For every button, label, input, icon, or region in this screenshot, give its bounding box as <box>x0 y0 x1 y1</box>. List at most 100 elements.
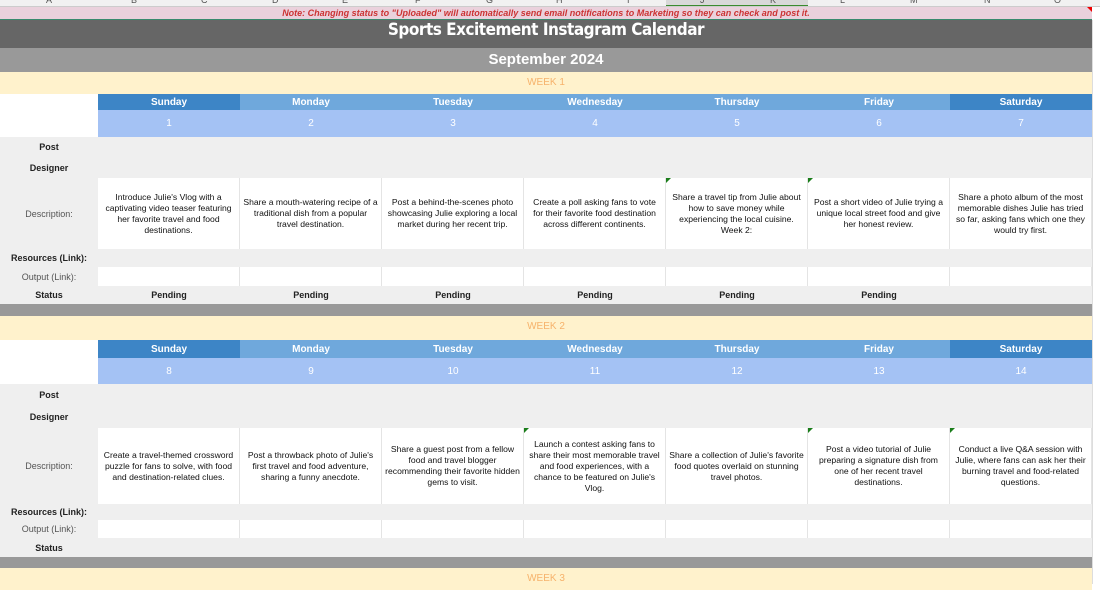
output-cell[interactable] <box>382 267 524 286</box>
description-cell[interactable]: Share a photo album of the most memorabl… <box>950 178 1092 249</box>
col-E[interactable]: E <box>342 0 348 5</box>
col-G[interactable]: G <box>486 0 493 5</box>
status-cell[interactable] <box>666 538 808 557</box>
designer-cell[interactable] <box>666 406 808 428</box>
output-cell[interactable] <box>240 520 382 538</box>
status-cell[interactable] <box>98 538 240 557</box>
status-cell[interactable]: Pending <box>524 286 666 304</box>
date-cell[interactable]: 7 <box>950 110 1092 137</box>
status-cell[interactable] <box>240 538 382 557</box>
date-cell[interactable]: 12 <box>666 358 808 384</box>
description-cell[interactable]: Share a travel tip from Julie about how … <box>666 178 808 249</box>
post-cell[interactable] <box>382 384 524 406</box>
col-H[interactable]: H <box>556 0 563 5</box>
col-C[interactable]: C <box>201 0 208 5</box>
resources-cell[interactable] <box>524 249 666 267</box>
post-cell[interactable] <box>950 137 1092 157</box>
status-cell[interactable] <box>950 538 1092 557</box>
output-cell[interactable] <box>808 520 950 538</box>
resources-cell[interactable] <box>950 249 1092 267</box>
resources-cell[interactable] <box>240 504 382 520</box>
output-cell[interactable] <box>666 267 808 286</box>
post-cell[interactable] <box>950 384 1092 406</box>
status-cell[interactable] <box>950 286 1092 304</box>
description-cell[interactable]: Create a poll asking fans to vote for th… <box>524 178 666 249</box>
output-cell[interactable] <box>524 267 666 286</box>
col-B[interactable]: B <box>131 0 137 5</box>
resources-cell[interactable] <box>240 249 382 267</box>
col-N[interactable]: N <box>984 0 991 5</box>
day-header[interactable]: Tuesday <box>382 340 524 358</box>
day-header[interactable]: Friday <box>808 340 950 358</box>
date-cell[interactable]: 13 <box>808 358 950 384</box>
post-cell[interactable] <box>98 137 240 157</box>
month-title[interactable]: September 2024 <box>0 48 1092 72</box>
col-F[interactable]: F <box>415 0 421 5</box>
status-cell[interactable]: Pending <box>808 286 950 304</box>
resources-cell[interactable] <box>382 504 524 520</box>
post-cell[interactable] <box>524 137 666 157</box>
col-L[interactable]: L <box>840 0 845 5</box>
designer-cell[interactable] <box>524 157 666 178</box>
status-note[interactable]: Note: Changing status to "Uploaded" will… <box>0 7 1092 20</box>
designer-cell[interactable] <box>382 406 524 428</box>
status-cell[interactable]: Pending <box>98 286 240 304</box>
post-cell[interactable] <box>240 384 382 406</box>
output-cell[interactable] <box>240 267 382 286</box>
date-cell[interactable]: 9 <box>240 358 382 384</box>
designer-cell[interactable] <box>950 157 1092 178</box>
day-header[interactable]: Thursday <box>666 94 808 110</box>
col-M[interactable]: M <box>910 0 918 5</box>
output-cell[interactable] <box>98 520 240 538</box>
day-header[interactable]: Friday <box>808 94 950 110</box>
status-cell[interactable] <box>524 538 666 557</box>
day-header[interactable]: Saturday <box>950 340 1092 358</box>
description-cell[interactable]: Post a video tutorial of Julie preparing… <box>808 428 950 504</box>
resources-cell[interactable] <box>382 249 524 267</box>
date-cell[interactable]: 11 <box>524 358 666 384</box>
col-I[interactable]: I <box>627 0 630 5</box>
post-cell[interactable] <box>666 137 808 157</box>
output-cell[interactable] <box>666 520 808 538</box>
resources-cell[interactable] <box>666 504 808 520</box>
post-cell[interactable] <box>240 137 382 157</box>
resources-cell[interactable] <box>98 504 240 520</box>
resources-cell[interactable] <box>950 504 1092 520</box>
day-header[interactable]: Tuesday <box>382 94 524 110</box>
designer-cell[interactable] <box>240 157 382 178</box>
designer-cell[interactable] <box>666 157 808 178</box>
date-cell[interactable]: 10 <box>382 358 524 384</box>
resources-cell[interactable] <box>808 504 950 520</box>
day-header[interactable]: Sunday <box>98 94 240 110</box>
date-cell[interactable]: 6 <box>808 110 950 137</box>
description-cell[interactable]: Post a short video of Julie trying a uni… <box>808 178 950 249</box>
col-O[interactable]: O <box>1054 0 1061 5</box>
status-cell[interactable]: Pending <box>382 286 524 304</box>
date-cell[interactable]: 2 <box>240 110 382 137</box>
post-cell[interactable] <box>808 137 950 157</box>
status-cell[interactable]: Pending <box>240 286 382 304</box>
resources-cell[interactable] <box>666 249 808 267</box>
date-cell[interactable]: 8 <box>98 358 240 384</box>
designer-cell[interactable] <box>808 157 950 178</box>
output-cell[interactable] <box>808 267 950 286</box>
resources-cell[interactable] <box>524 504 666 520</box>
day-header[interactable]: Thursday <box>666 340 808 358</box>
designer-cell[interactable] <box>98 157 240 178</box>
day-header[interactable]: Sunday <box>98 340 240 358</box>
description-cell[interactable]: Conduct a live Q&A session with Julie, w… <box>950 428 1092 504</box>
day-header[interactable]: Wednesday <box>524 94 666 110</box>
output-cell[interactable] <box>950 267 1092 286</box>
status-cell[interactable] <box>808 538 950 557</box>
post-cell[interactable] <box>382 137 524 157</box>
description-cell[interactable]: Share a mouth-watering recipe of a tradi… <box>240 178 382 249</box>
resources-cell[interactable] <box>808 249 950 267</box>
resources-cell[interactable] <box>98 249 240 267</box>
output-cell[interactable] <box>98 267 240 286</box>
col-D[interactable]: D <box>272 0 279 5</box>
designer-cell[interactable] <box>98 406 240 428</box>
status-cell[interactable] <box>382 538 524 557</box>
post-cell[interactable] <box>666 384 808 406</box>
calendar-title[interactable]: Sports Excitement Instagram Calendar <box>0 20 1092 48</box>
designer-cell[interactable] <box>524 406 666 428</box>
